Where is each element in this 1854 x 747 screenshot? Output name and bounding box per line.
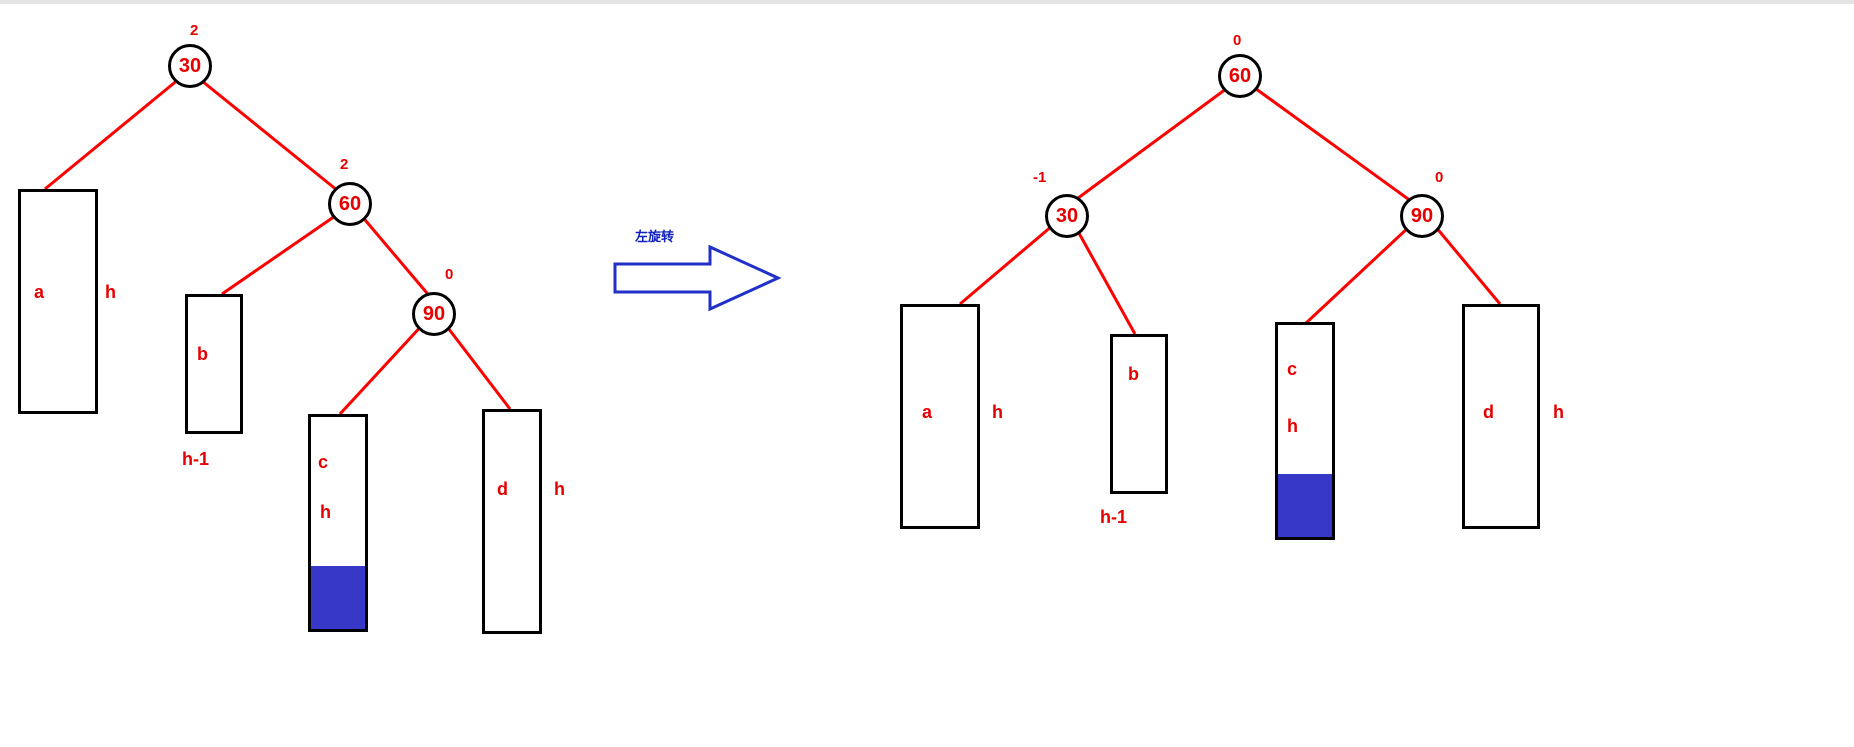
right-node-90-value: 90	[1411, 205, 1433, 228]
left-subtree-a-height: h	[105, 282, 116, 303]
left-subtree-d	[482, 409, 542, 634]
left-node-90: 90	[412, 292, 456, 336]
right-node-30: 30	[1045, 194, 1089, 238]
left-subtree-a-label: a	[34, 282, 44, 303]
right-subtree-a-label: a	[922, 402, 932, 423]
rotation-arrow-icon	[610, 242, 785, 314]
left-subtree-d-label: d	[497, 479, 508, 500]
right-subtree-b-height: h-1	[1100, 507, 1127, 528]
left-node-30-balance: 2	[190, 22, 198, 39]
right-node-60-balance: 0	[1233, 32, 1241, 49]
right-subtree-c-label: c	[1287, 359, 1297, 380]
right-node-60-value: 60	[1229, 65, 1251, 88]
right-node-30-value: 30	[1056, 205, 1078, 228]
left-node-90-balance: 0	[445, 266, 453, 283]
right-node-90: 90	[1400, 194, 1444, 238]
right-subtree-d	[1462, 304, 1540, 529]
right-subtree-d-height: h	[1553, 402, 1564, 423]
left-subtree-c-label: c	[318, 452, 328, 473]
right-subtree-a-height: h	[992, 402, 1003, 423]
arrow-label: 左旋转	[635, 226, 674, 245]
right-subtree-a	[900, 304, 980, 529]
left-node-60-balance: 2	[340, 156, 348, 173]
left-subtree-c-height: h	[320, 502, 331, 523]
left-subtree-b	[185, 294, 243, 434]
right-subtree-b-label: b	[1128, 364, 1139, 385]
left-node-60-value: 60	[339, 193, 361, 216]
left-node-60: 60	[328, 182, 372, 226]
right-subtree-c-newblock	[1278, 474, 1332, 537]
left-subtree-a	[18, 189, 98, 414]
left-node-90-value: 90	[423, 303, 445, 326]
left-subtree-b-label: b	[197, 344, 208, 365]
left-subtree-b-height: h-1	[182, 449, 209, 470]
right-node-60: 60	[1218, 54, 1262, 98]
left-node-30-value: 30	[179, 55, 201, 78]
right-subtree-c-height: h	[1287, 416, 1298, 437]
left-subtree-c-newblock	[311, 566, 365, 629]
right-node-90-balance: 0	[1435, 169, 1443, 186]
right-node-30-balance: -1	[1033, 169, 1046, 186]
right-subtree-b	[1110, 334, 1168, 494]
left-subtree-d-height: h	[554, 479, 565, 500]
right-subtree-d-label: d	[1483, 402, 1494, 423]
left-node-30: 30	[168, 44, 212, 88]
